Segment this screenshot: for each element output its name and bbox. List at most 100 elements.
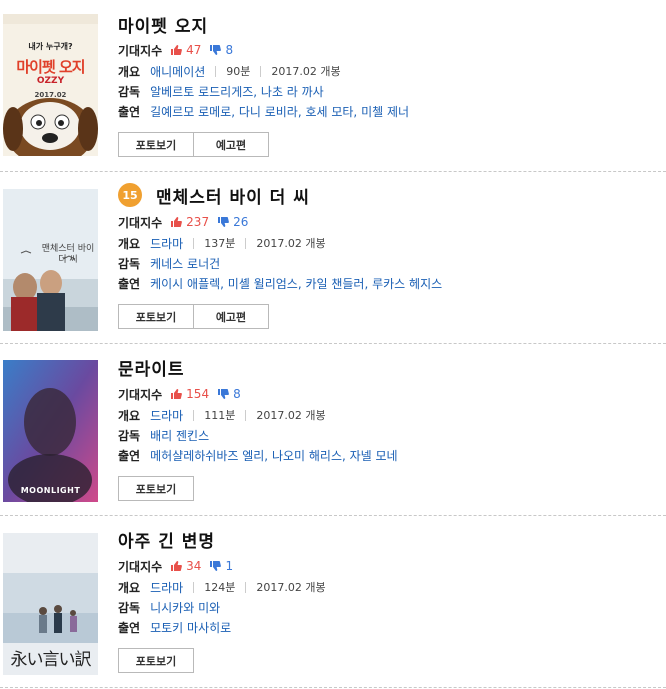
release-date: 2017.02 개봉 xyxy=(256,237,326,250)
cast-link[interactable]: 케이시 애플렉, 미셸 윌리엄스, 카일 챈들러, 루카스 헤지스 xyxy=(150,275,442,292)
movie-title[interactable]: 마이펫 오지 xyxy=(118,12,208,37)
cast-label: 출연 xyxy=(118,620,141,635)
dislike-count: 8 xyxy=(225,43,234,57)
movie-poster[interactable]: MOONLIGHT xyxy=(3,360,98,502)
director-label: 감독 xyxy=(118,600,141,615)
divider xyxy=(193,237,195,249)
expect-label: 기대지수 xyxy=(118,215,163,230)
photo-button[interactable]: 포토보기 xyxy=(118,476,194,501)
expect-row: 기대지수 47 8 xyxy=(118,41,233,59)
runtime: 137분 xyxy=(204,237,236,250)
genre-link[interactable]: 드라마 xyxy=(150,579,183,596)
divider xyxy=(245,237,247,249)
divider xyxy=(260,65,262,77)
movie-title[interactable]: 문라이트 xyxy=(118,355,185,380)
trailer-button[interactable]: 예고편 xyxy=(193,304,269,329)
dislike-count: 26 xyxy=(233,215,249,229)
director-row: 감독 니시카와 미와 xyxy=(118,598,220,616)
cast-label: 출연 xyxy=(118,448,141,463)
director-row: 감독 케네스 로너건 xyxy=(118,254,220,272)
cast-link[interactable]: 길예르모 로메로, 다니 로비라, 호세 모타, 미첼 제너 xyxy=(150,103,409,120)
movie-item: MOONLIGHT 문라이트 기대지수 154 8 개요 드라마 111분 20… xyxy=(0,344,666,516)
director-link[interactable]: 알베르토 로드리게즈, 나초 라 까사 xyxy=(150,83,324,100)
thumb-down-icon[interactable] xyxy=(209,560,222,572)
divider xyxy=(193,581,195,593)
poster-date: 2017.02 xyxy=(34,91,67,99)
trailer-button[interactable]: 예고편 xyxy=(193,132,269,157)
director-label: 감독 xyxy=(118,428,141,443)
button-group: 포토보기 xyxy=(118,648,194,673)
poster-image xyxy=(3,360,98,502)
poster-title: 永い言い訳 xyxy=(10,650,92,670)
genre-link[interactable]: 드라마 xyxy=(150,407,183,424)
poster-title: 마이펫 오지 xyxy=(16,58,85,76)
director-row: 감독 알베르토 로드리게즈, 나초 라 까사 xyxy=(118,82,324,100)
like-count: 237 xyxy=(186,215,210,229)
movie-poster[interactable]: 永い言い訳 xyxy=(3,533,98,675)
photo-button[interactable]: 포토보기 xyxy=(118,132,194,157)
release-date: 2017.02 개봉 xyxy=(271,65,341,78)
divider xyxy=(245,581,247,593)
like-count: 47 xyxy=(186,43,202,57)
thumb-down-icon[interactable] xyxy=(217,388,229,400)
cast-row: 출연 메허샬레하쉬바즈 엘리, 나오미 해리스, 자넬 모네 xyxy=(118,446,398,464)
overview-label: 개요 xyxy=(118,580,141,595)
poster-title: 맨체스터 바이 더 씨 xyxy=(41,244,95,265)
runtime: 111분 xyxy=(204,409,236,422)
thumb-up-icon[interactable] xyxy=(170,216,183,228)
age-rating-badge: 15 xyxy=(118,183,142,207)
expect-row: 기대지수 154 8 xyxy=(118,385,241,403)
release-date: 2017.02 개봉 xyxy=(256,409,326,422)
runtime: 124분 xyxy=(204,581,236,594)
photo-button[interactable]: 포토보기 xyxy=(118,648,194,673)
like-count: 34 xyxy=(186,559,202,573)
thumb-down-icon[interactable] xyxy=(209,44,222,56)
movie-item: 내가 누구개? 마이펫 오지 OZZY 2017.02 마이펫 오지 기대지수 … xyxy=(0,0,666,172)
overview-row: 개요 드라마 124분 2017.02 개봉 xyxy=(118,578,326,596)
photo-button[interactable]: 포토보기 xyxy=(118,304,194,329)
overview-label: 개요 xyxy=(118,408,141,423)
movie-poster[interactable]: 맨체스터 바이 더 씨 xyxy=(3,189,98,331)
director-link[interactable]: 니시카와 미와 xyxy=(150,599,220,616)
poster-subtitle: OZZY xyxy=(36,76,65,86)
poster-tagline: 내가 누구개? xyxy=(28,42,73,51)
runtime: 90분 xyxy=(226,65,251,78)
expect-row: 기대지수 237 26 xyxy=(118,213,248,231)
genre-link[interactable]: 애니메이션 xyxy=(150,63,205,80)
cast-link[interactable]: 메허샬레하쉬바즈 엘리, 나오미 해리스, 자넬 모네 xyxy=(150,447,398,464)
director-row: 감독 배리 젠킨스 xyxy=(118,426,209,444)
movie-item: 永い言い訳 아주 긴 변명 기대지수 34 1 개요 드라마 124분 2017… xyxy=(0,516,666,688)
overview-label: 개요 xyxy=(118,64,141,79)
movie-title[interactable]: 맨체스터 바이 더 씨 xyxy=(156,183,310,208)
overview-row: 개요 드라마 137분 2017.02 개봉 xyxy=(118,234,326,252)
release-date: 2017.02 개봉 xyxy=(256,581,326,594)
director-label: 감독 xyxy=(118,256,141,271)
thumb-up-icon[interactable] xyxy=(170,560,183,572)
button-group: 포토보기 xyxy=(118,476,194,501)
director-link[interactable]: 배리 젠킨스 xyxy=(150,427,209,444)
dislike-count: 8 xyxy=(233,387,241,401)
divider xyxy=(193,409,195,421)
button-group: 포토보기 예고편 xyxy=(118,304,269,329)
expect-label: 기대지수 xyxy=(118,559,163,574)
director-label: 감독 xyxy=(118,84,141,99)
button-group: 포토보기 예고편 xyxy=(118,132,269,157)
thumb-down-icon[interactable] xyxy=(217,216,229,228)
movie-poster[interactable]: 내가 누구개? 마이펫 오지 OZZY 2017.02 xyxy=(3,14,98,156)
cast-link[interactable]: 모토키 마사히로 xyxy=(150,619,231,636)
expect-label: 기대지수 xyxy=(118,43,163,58)
director-link[interactable]: 케네스 로너건 xyxy=(150,255,220,272)
poster-title: MOONLIGHT xyxy=(20,486,81,495)
expect-label: 기대지수 xyxy=(118,387,163,402)
genre-link[interactable]: 드라마 xyxy=(150,235,183,252)
thumb-up-icon[interactable] xyxy=(170,388,183,400)
movie-title[interactable]: 아주 긴 변명 xyxy=(118,527,215,552)
cast-row: 출연 모토키 마사히로 xyxy=(118,618,231,636)
cast-row: 출연 케이시 애플렉, 미셸 윌리엄스, 카일 챈들러, 루카스 헤지스 xyxy=(118,274,442,292)
expect-row: 기대지수 34 1 xyxy=(118,557,233,575)
divider xyxy=(245,409,247,421)
dislike-count: 1 xyxy=(225,559,234,573)
cast-label: 출연 xyxy=(118,104,141,119)
movie-item: 맨체스터 바이 더 씨 15 맨체스터 바이 더 씨 기대지수 237 26 개… xyxy=(0,172,666,344)
thumb-up-icon[interactable] xyxy=(170,44,183,56)
